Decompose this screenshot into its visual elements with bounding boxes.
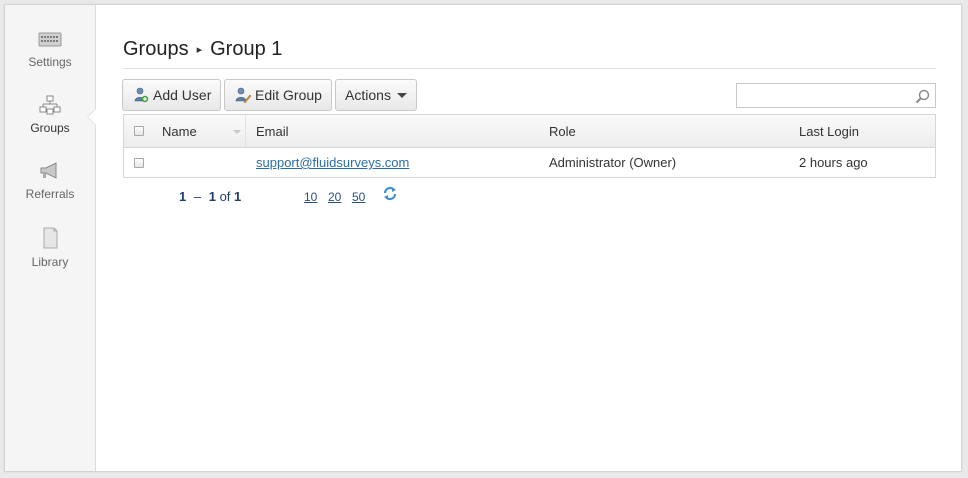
- row-role: Administrator (Owner): [549, 155, 677, 170]
- select-all-checkbox[interactable]: [134, 126, 144, 136]
- sidebar-item-referrals[interactable]: Referrals: [5, 161, 95, 217]
- edit-group-label: Edit Group: [255, 87, 322, 103]
- column-label: Role: [549, 123, 576, 139]
- row-select-cell: [134, 148, 144, 177]
- pagination-info: 1 – 1 of 1: [179, 189, 241, 204]
- pagination-of: of: [219, 189, 231, 204]
- add-user-label: Add User: [153, 87, 212, 103]
- app-frame: Settings Groups Referrals Library Groups…: [4, 4, 962, 472]
- pagination-to: 1: [208, 189, 216, 204]
- breadcrumb-root[interactable]: Groups: [123, 38, 189, 60]
- sidebar: Settings Groups Referrals Library: [5, 5, 96, 471]
- table-row[interactable]: support@fluidsurveys.com Administrator (…: [124, 148, 935, 177]
- sidebar-item-label: Library: [31, 255, 69, 269]
- hierarchy-icon: [39, 95, 61, 115]
- page-title: Groups ▸ Group 1: [123, 38, 282, 61]
- document-icon: [43, 227, 58, 249]
- keyboard-icon: [38, 32, 62, 47]
- select-all-cell: [134, 115, 144, 147]
- search-icon[interactable]: [915, 89, 931, 110]
- add-user-button[interactable]: Add User: [122, 79, 221, 111]
- actions-dropdown[interactable]: Actions: [335, 79, 417, 111]
- megaphone-icon: [40, 162, 57, 179]
- breadcrumb-current: Group 1: [210, 38, 283, 60]
- column-label: Name: [162, 123, 197, 139]
- users-table: Name Email Role Last Login support@fluid…: [123, 114, 936, 178]
- sidebar-item-settings[interactable]: Settings: [5, 31, 95, 87]
- sidebar-item-library[interactable]: Library: [5, 227, 95, 283]
- edit-group-button[interactable]: Edit Group: [224, 79, 332, 111]
- search-box: [736, 83, 936, 108]
- column-label: Last Login: [799, 123, 859, 139]
- row-email-cell: support@fluidsurveys.com: [256, 148, 409, 177]
- edit-user-icon: [235, 87, 251, 103]
- row-last-login: 2 hours ago: [799, 155, 868, 170]
- search-input[interactable]: [741, 85, 911, 106]
- pagination-from: 1: [179, 189, 187, 204]
- column-header-last-login[interactable]: Last Login: [799, 115, 859, 147]
- sidebar-item-label: Groups: [30, 121, 70, 135]
- row-checkbox[interactable]: [134, 157, 144, 168]
- page-size-20[interactable]: 20: [328, 190, 341, 204]
- chevron-down-icon: [396, 92, 407, 98]
- column-header-email[interactable]: Email: [256, 115, 289, 147]
- pagination-dash: –: [193, 189, 202, 204]
- sidebar-item-groups[interactable]: Groups: [5, 95, 95, 151]
- breadcrumb-separator: ▸: [196, 44, 203, 56]
- column-label: Email: [256, 123, 289, 139]
- sidebar-item-label: Referrals: [25, 187, 75, 201]
- sort-arrow-icon: [233, 130, 241, 134]
- page-size-50[interactable]: 50: [352, 190, 365, 204]
- refresh-icon[interactable]: [382, 186, 398, 206]
- add-user-icon: [133, 87, 149, 103]
- email-link[interactable]: support@fluidsurveys.com: [256, 155, 409, 170]
- column-header-name[interactable]: Name: [152, 115, 246, 147]
- title-divider: [123, 68, 936, 69]
- pagination-total: 1: [234, 189, 242, 204]
- actions-label: Actions: [345, 87, 391, 103]
- sidebar-item-label: Settings: [28, 55, 72, 69]
- table-header: Name Email Role Last Login: [124, 115, 935, 148]
- page-size-10[interactable]: 10: [304, 190, 317, 204]
- column-header-role[interactable]: Role: [549, 115, 576, 147]
